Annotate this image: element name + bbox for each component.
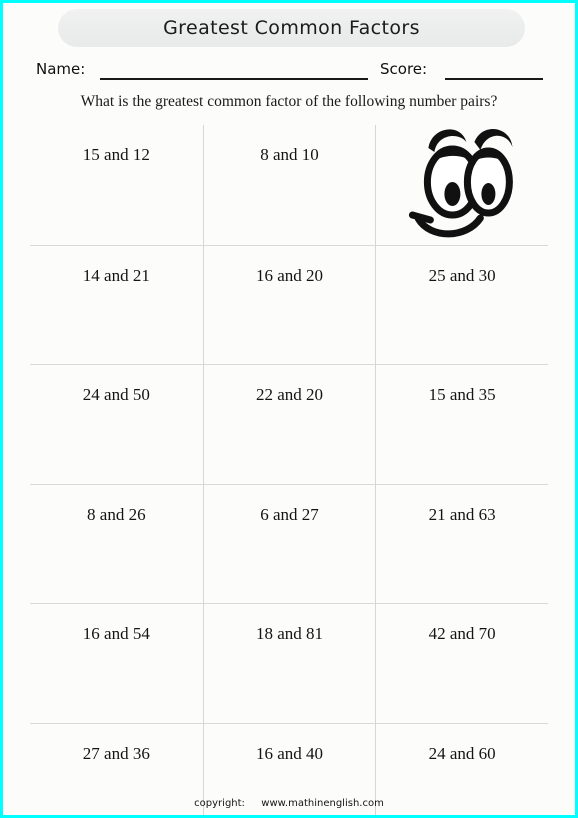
problem-cell[interactable]: 14 and 21 (30, 246, 203, 365)
problem-cell[interactable]: 22 and 20 (202, 365, 376, 484)
instruction-text: What is the greatest common factor of th… (80, 93, 498, 110)
footer: copyright: www.mathinenglish.com (3, 798, 575, 809)
problem-cell[interactable]: 25 and 30 (375, 245, 548, 364)
name-label: Name: (36, 60, 86, 78)
problem-cell[interactable]: 8 and 10 (202, 125, 376, 245)
score-input-line[interactable] (445, 78, 543, 80)
score-label: Score: (380, 60, 428, 78)
problem-cell[interactable]: 21 and 63 (375, 484, 548, 603)
problem-cell[interactable]: 6 and 27 (202, 484, 376, 603)
page-title: Greatest Common Factors (163, 17, 420, 39)
problem-grid: 15 and 12 8 and 10 14 and 21 16 and 20 2… (30, 125, 548, 815)
problem-cell[interactable]: 24 and 50 (30, 365, 203, 484)
cartoon-face-icon (409, 128, 514, 238)
problem-cell[interactable]: 15 and 12 (30, 125, 203, 245)
problem-row: 15 and 12 8 and 10 (30, 125, 548, 245)
problem-row: 8 and 26 6 and 27 21 and 63 (30, 483, 548, 604)
problem-row: 16 and 54 18 and 81 42 and 70 (30, 603, 548, 723)
problem-cell[interactable]: 16 and 54 (30, 604, 203, 723)
problem-row: 24 and 50 22 and 20 15 and 35 (30, 364, 548, 484)
name-score-row: Name: Score: (3, 58, 575, 84)
title-banner: Greatest Common Factors (58, 9, 525, 47)
footer-site: www.mathinenglish.com (261, 798, 384, 809)
problem-cell[interactable]: 18 and 81 (202, 604, 376, 723)
problem-cell[interactable]: 8 and 26 (30, 485, 203, 604)
problem-row: 14 and 21 16 and 20 25 and 30 (30, 244, 548, 365)
name-input-line[interactable] (100, 78, 368, 80)
worksheet-page: Greatest Common Factors Name: Score: Wha… (0, 0, 578, 818)
problem-cell[interactable]: 15 and 35 (375, 365, 548, 484)
problem-cell[interactable]: 16 and 20 (202, 245, 376, 364)
problem-cell[interactable]: 42 and 70 (375, 604, 548, 723)
footer-copyright-label: copyright: (194, 798, 245, 809)
problem-cell (375, 125, 548, 245)
